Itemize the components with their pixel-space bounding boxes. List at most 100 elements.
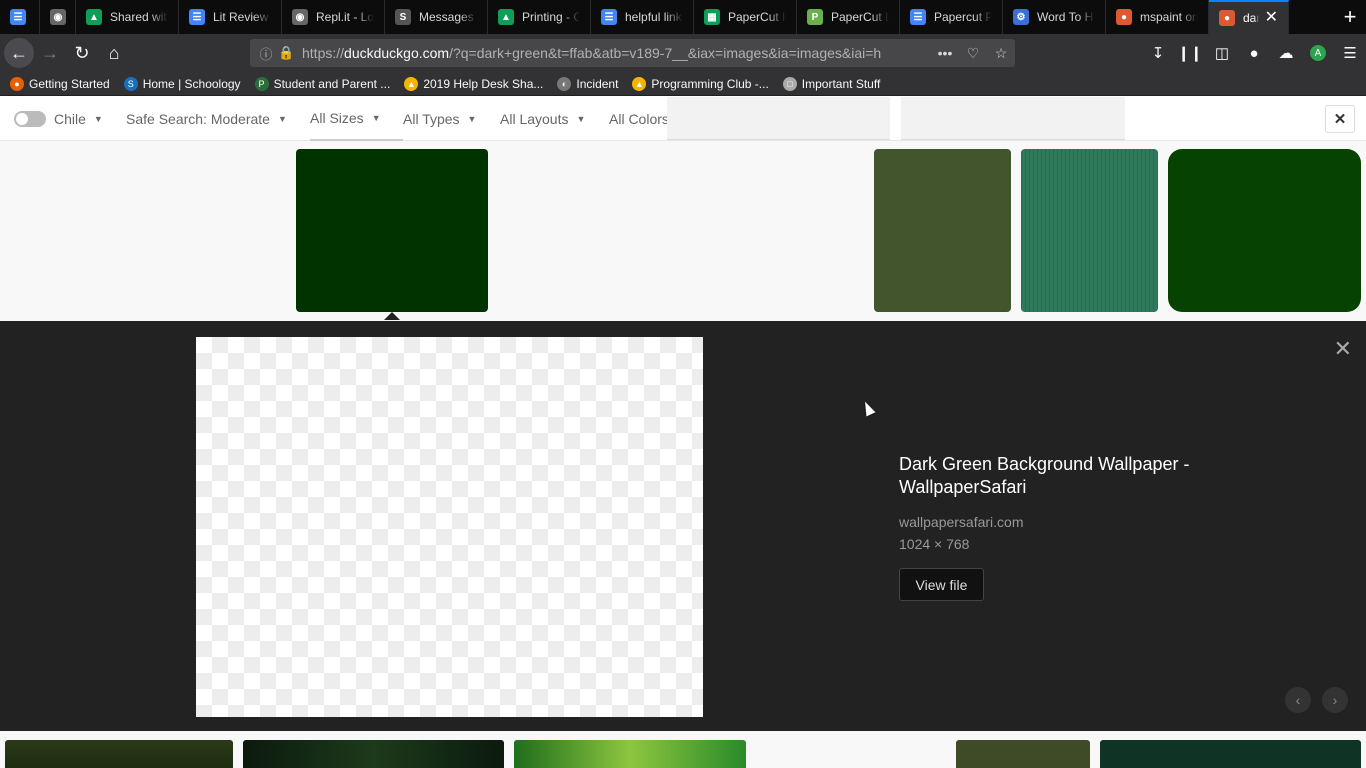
bookmark-item[interactable]: ▲ Programming Club -... (632, 76, 769, 91)
caret-down-icon: ▼ (467, 113, 477, 124)
new-tab-button[interactable]: + (1334, 0, 1366, 34)
menu-icon[interactable]: ☰ (1334, 37, 1366, 69)
tab-label: Lit Review - (213, 10, 271, 24)
tab[interactable]: S Messages | (385, 0, 488, 34)
page-actions-icon[interactable]: ••• (931, 45, 959, 61)
image-preview[interactable] (196, 337, 703, 717)
mouse-cursor-icon (860, 399, 876, 417)
image-title[interactable]: Dark Green Background Wallpaper - Wallpa… (899, 453, 1229, 499)
forward-button[interactable]: → (34, 37, 66, 69)
replit-icon: ◉ (292, 9, 308, 25)
extension-icon[interactable]: ☁ (1270, 37, 1302, 69)
profile-avatar[interactable]: A (1302, 37, 1334, 69)
docs-icon: ☰ (189, 9, 205, 25)
size-filter[interactable]: All Sizes ▼ (310, 96, 403, 141)
url-bar[interactable]: ⓘ 🔒 https://duckduckgo.com/?q=dark+green… (250, 39, 1015, 67)
info-icon[interactable]: ⓘ (254, 44, 278, 63)
layout-label: All Layouts (500, 110, 569, 127)
tab-label: Word To HT (1037, 10, 1095, 24)
reload-button[interactable]: ↻ (66, 37, 98, 69)
tab-label: mspaint onl (1140, 10, 1198, 24)
globe-icon: ◐ (557, 76, 572, 91)
navigation-toolbar: ← → ↻ ⌂ ⓘ 🔒 https://duckduckgo.com/?q=da… (0, 34, 1366, 72)
image-thumbnail-selected[interactable] (296, 149, 488, 320)
tab[interactable]: ☰ Papercut Pr (900, 0, 1003, 34)
sidebar-icon[interactable]: ◫ (1206, 37, 1238, 69)
close-icon[interactable]: ✕ (1334, 338, 1352, 360)
docs-icon: ☰ (10, 9, 26, 25)
tab[interactable]: P PaperCut Lo (797, 0, 900, 34)
tab-label: PaperCut Lo (831, 10, 889, 24)
url-prefix: https:// (302, 45, 345, 61)
tab[interactable]: ● mspaint onl (1106, 0, 1209, 34)
tab[interactable]: ▲ Shared with (76, 0, 179, 34)
drive-icon: ▲ (404, 76, 419, 91)
image-thumbnail[interactable] (874, 149, 1011, 312)
color-label: All Colors (609, 110, 669, 127)
image-thumbnail[interactable] (956, 740, 1090, 768)
firefox-icon: ● (10, 76, 24, 91)
tab[interactable]: ◉ Repl.it - Log (282, 0, 385, 34)
bookmark-label: Incident (576, 76, 619, 91)
tab-label: Repl.it - Log (316, 10, 374, 24)
tab-active[interactable]: ● dark gre ✕ (1209, 0, 1289, 34)
bookmark-item[interactable]: ● Getting Started (10, 76, 110, 91)
image-source[interactable]: wallpapersafari.com (899, 514, 1024, 530)
bookmark-label: Student and Parent ... (273, 76, 391, 91)
bookmark-label: Important Stuff (801, 76, 881, 91)
pocket-icon[interactable]: ♡ (959, 45, 987, 62)
bookmark-item[interactable]: □ Important Stuff (782, 76, 881, 91)
back-button[interactable]: ← (4, 38, 34, 68)
library-icon[interactable]: ❙❙ (1174, 37, 1206, 69)
image-thumbnail[interactable] (5, 740, 233, 768)
tab[interactable]: ☰ Lit Review - (179, 0, 282, 34)
tab-label: Papercut Pr (934, 10, 992, 24)
image-thumbnail[interactable] (514, 740, 746, 768)
lock-icon[interactable]: 🔒 (278, 45, 294, 61)
tab-label: Shared with (110, 10, 168, 24)
bookmark-item[interactable]: S Home | Schoology (123, 76, 241, 91)
close-icon[interactable]: ✕ (1325, 105, 1355, 133)
image-thumbnail[interactable] (243, 740, 504, 768)
bookmark-item[interactable]: P Student and Parent ... (254, 76, 391, 91)
home-button[interactable]: ⌂ (98, 37, 130, 69)
url-text[interactable]: https://duckduckgo.com/?q=dark+green&t=f… (302, 45, 931, 61)
tab-label: dark gre (1243, 11, 1259, 25)
image-detail-panel: ✕ Dark Green Background Wallpaper - Wall… (0, 321, 1366, 731)
image-thumbnail[interactable] (1100, 740, 1361, 768)
docs-icon: ☰ (601, 9, 617, 25)
bookmark-label: Programming Club -... (651, 76, 769, 91)
close-tab-icon[interactable]: ✕ (1265, 10, 1278, 26)
next-arrow-icon[interactable]: › (1322, 687, 1348, 713)
region-toggle[interactable] (14, 110, 46, 127)
view-file-button[interactable]: View file (899, 568, 984, 601)
url-path: /?q=dark+green&t=ffab&atb=v189-7__&iax=i… (449, 45, 882, 61)
downloads-icon[interactable]: ↧ (1142, 37, 1174, 69)
image-thumbnail[interactable] (1021, 149, 1158, 312)
tab-strip: ☰ ◉ ▲ Shared with ☰ Lit Review - ◉ Repl.it - Lo… (0, 0, 1366, 34)
previous-arrow-icon[interactable]: ‹ (1285, 687, 1311, 713)
tab[interactable]: ☰ helpful links (591, 0, 694, 34)
docs-icon: ☰ (910, 9, 926, 25)
bookmark-item[interactable]: ◐ Incident (557, 76, 619, 91)
bookmark-item[interactable]: ▲ 2019 Help Desk Sha... (404, 76, 543, 91)
tab[interactable]: ◉ (40, 0, 76, 34)
region-filter[interactable]: Chile ▼ (14, 96, 103, 141)
drive-icon: ▲ (632, 76, 647, 91)
tab[interactable]: ▲ Printing - Go (488, 0, 591, 34)
account-icon[interactable]: ● (1238, 37, 1270, 69)
tab[interactable]: ▦ PaperCut Pr (694, 0, 797, 34)
size-label: All Sizes (310, 109, 364, 126)
tab[interactable]: ⚙ Word To HT (1003, 0, 1106, 34)
placeholder-box (901, 97, 1125, 140)
image-thumbnail[interactable] (1168, 149, 1361, 312)
schoology-icon: S (123, 76, 138, 91)
bookmark-star-icon[interactable]: ☆ (987, 45, 1015, 62)
layout-filter[interactable]: All Layouts ▼ (500, 96, 585, 141)
type-filter[interactable]: All Types ▼ (403, 96, 476, 141)
toolbar-right: ↧ ❙❙ ◫ ● ☁ A ☰ (1142, 34, 1366, 72)
bookmark-label: Home | Schoology (142, 76, 241, 91)
tab[interactable]: ☰ (0, 0, 40, 34)
safe-search-filter[interactable]: Safe Search: Moderate ▼ (126, 96, 287, 141)
sheets-icon: ▦ (704, 9, 720, 25)
